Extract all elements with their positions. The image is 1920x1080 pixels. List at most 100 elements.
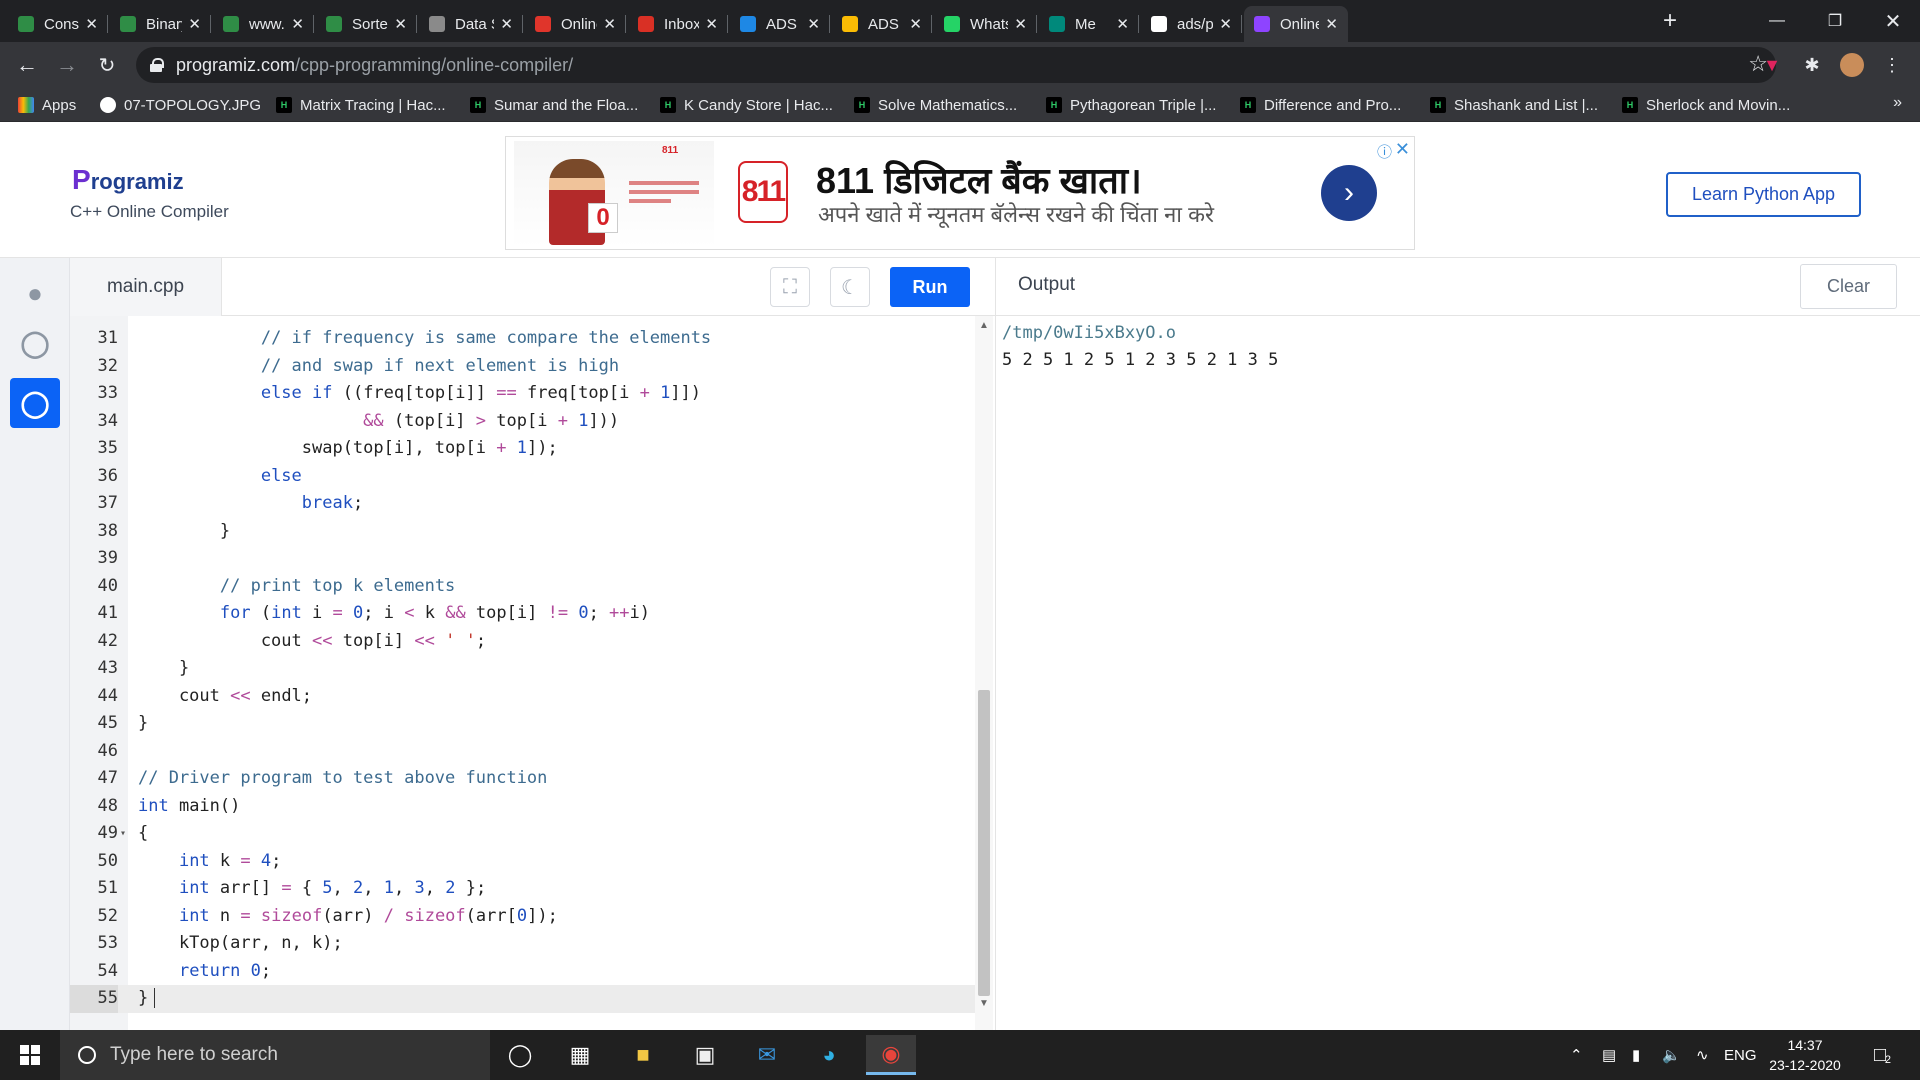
cortana-circle-icon[interactable]: ◯ — [495, 1035, 545, 1075]
code-line[interactable]: 44 cout << endl; — [70, 683, 975, 711]
tab-close-icon[interactable]: ✕ — [291, 15, 304, 33]
wifi-icon[interactable]: ∿ — [1696, 1030, 1709, 1080]
browser-tab[interactable]: Me ✕ — [1039, 6, 1139, 42]
restore-window-button[interactable]: ❐ — [1806, 0, 1864, 42]
task-view-icon[interactable]: ▦ — [555, 1035, 605, 1075]
microsoft-store-icon[interactable]: ▣ — [680, 1035, 730, 1075]
cpp-language-icon[interactable]: ◯ — [10, 378, 60, 428]
code-line[interactable]: 39 — [70, 545, 975, 573]
code-line[interactable]: 33 else if ((freq[top[i]] == freq[top[i … — [70, 380, 975, 408]
taskbar-search-box[interactable]: Type here to search — [60, 1030, 490, 1080]
tab-close-icon[interactable]: ✕ — [603, 15, 616, 33]
browser-tab[interactable]: Whats ✕ — [934, 6, 1037, 42]
tab-close-icon[interactable]: ✕ — [909, 15, 922, 33]
bookmarks-overflow-button[interactable]: » — [1893, 94, 1902, 112]
meet-now-icon[interactable]: ▤ — [1602, 1030, 1616, 1080]
clear-button[interactable]: Clear — [1800, 264, 1897, 309]
code-line[interactable]: 35 swap(top[i], top[i + 1]); — [70, 435, 975, 463]
fold-toggle-icon[interactable]: ▾ — [120, 820, 126, 848]
bookmark-item[interactable]: 07-TOPOLOGY.JPG — [100, 94, 261, 116]
learn-python-app-button[interactable]: Learn Python App — [1666, 172, 1861, 217]
bookmark-item[interactable]: H Solve Mathematics... — [854, 94, 1017, 116]
code-line[interactable]: 47 // Driver program to test above functi… — [70, 765, 975, 793]
code-line[interactable]: 50 int k = 4; — [70, 848, 975, 876]
browser-tab[interactable]: Constr ✕ — [8, 6, 108, 42]
code-line[interactable]: 36 else — [70, 463, 975, 491]
scroll-thumb[interactable] — [978, 690, 990, 996]
run-button[interactable]: Run — [890, 267, 970, 307]
programiz-logo[interactable]: Programiz — [72, 164, 184, 196]
ad-chevron-right-icon[interactable]: › — [1321, 165, 1377, 221]
bookmark-item[interactable]: H Sherlock and Movin... — [1622, 94, 1790, 116]
ad-close-icon[interactable]: ✕ — [1395, 139, 1410, 160]
code-line[interactable]: 38 } — [70, 518, 975, 546]
back-arrow-icon[interactable]: ← — [12, 50, 42, 80]
browser-tab[interactable]: Online ✕ — [1244, 6, 1348, 42]
edge-browser-icon[interactable]: ◕ — [804, 1035, 854, 1075]
reload-icon[interactable]: ↻ — [92, 50, 122, 80]
code-line[interactable]: 45} — [70, 710, 975, 738]
browser-tab[interactable]: Binary ✕ — [110, 6, 211, 42]
bookmark-item[interactable]: H Pythagorean Triple |... — [1046, 94, 1216, 116]
code-line[interactable]: 53 kTop(arr, n, k); — [70, 930, 975, 958]
bookmark-item[interactable]: H Difference and Pro... — [1240, 94, 1401, 116]
file-tab-main-cpp[interactable]: main.cpp — [70, 258, 222, 316]
extensions-puzzle-icon[interactable]: ✱ — [1800, 53, 1824, 77]
close-window-button[interactable]: ✕ — [1864, 0, 1920, 42]
tab-close-icon[interactable]: ✕ — [1014, 15, 1027, 33]
minimize-window-button[interactable]: — — [1748, 0, 1806, 42]
code-line[interactable]: 37 break; — [70, 490, 975, 518]
code-line[interactable]: 51 int arr[] = { 5, 2, 1, 3, 2 }; — [70, 875, 975, 903]
code-line[interactable]: 31 // if frequency is same compare the e… — [70, 325, 975, 353]
pocket-extension-icon[interactable]: ▼ — [1760, 53, 1784, 77]
code-editor[interactable]: 31 // if frequency is same compare the e… — [70, 316, 995, 1030]
tab-close-icon[interactable]: ✕ — [500, 15, 513, 33]
code-line[interactable]: 41 for (int i = 0; i < k && top[i] != 0;… — [70, 600, 975, 628]
tab-close-icon[interactable]: ✕ — [394, 15, 407, 33]
bookmark-item[interactable]: H K Candy Store | Hac... — [660, 94, 833, 116]
browser-tab[interactable]: Online ✕ — [525, 6, 626, 42]
c-language-icon[interactable]: ◯ — [10, 318, 60, 368]
tab-close-icon[interactable]: ✕ — [85, 15, 98, 33]
file-explorer-icon[interactable]: ■ — [618, 1035, 668, 1075]
scroll-up-arrow-icon[interactable]: ▲ — [979, 320, 989, 331]
browser-tab[interactable]: Sorted ✕ — [316, 6, 417, 42]
taskbar-clock[interactable]: 14:37 23-12-2020 — [1760, 1035, 1850, 1075]
browser-tab[interactable]: ADS L/ ✕ — [832, 6, 932, 42]
tab-close-icon[interactable]: ✕ — [807, 15, 820, 33]
profile-avatar[interactable] — [1840, 53, 1864, 77]
advertisement-banner[interactable]: 0 811 811 811 डिजिटल बैंक खाता। अपने खात… — [505, 136, 1415, 250]
code-line[interactable]: 55} — [70, 985, 975, 1013]
mail-icon[interactable]: ✉ — [742, 1035, 792, 1075]
output-console[interactable]: /tmp/0wIi5xBxyO.o 5 2 5 1 2 5 1 2 3 5 2 … — [995, 316, 1920, 1030]
code-line[interactable]: 46 — [70, 738, 975, 766]
new-tab-button[interactable]: + — [1655, 6, 1685, 36]
code-line[interactable]: 42 cout << top[i] << ' '; — [70, 628, 975, 656]
code-line[interactable]: 43 } — [70, 655, 975, 683]
chrome-browser-icon[interactable]: ◉ — [866, 1035, 916, 1075]
tab-close-icon[interactable]: ✕ — [1325, 15, 1338, 33]
battery-icon[interactable]: ▮ — [1632, 1030, 1640, 1080]
browser-tab[interactable]: Data S ✕ — [419, 6, 523, 42]
volume-icon[interactable]: 🔈 — [1662, 1030, 1681, 1080]
code-line[interactable]: 54 return 0; — [70, 958, 975, 986]
bookmark-item[interactable]: H Matrix Tracing | Hac... — [276, 94, 446, 116]
browser-tab[interactable]: www.g ✕ — [213, 6, 314, 42]
bookmark-item[interactable]: H Shashank and List |... — [1430, 94, 1598, 116]
notification-center-icon[interactable]: □ 2 — [1865, 1040, 1895, 1070]
code-line[interactable]: 34 && (top[i] > top[i + 1])) — [70, 408, 975, 436]
tab-close-icon[interactable]: ✕ — [705, 15, 718, 33]
code-line[interactable]: 48 int main() — [70, 793, 975, 821]
address-bar[interactable]: programiz.com/cpp-programming/online-com… — [136, 47, 1776, 83]
editor-scrollbar[interactable]: ▲ ▼ — [975, 316, 993, 1030]
scroll-down-arrow-icon[interactable]: ▼ — [979, 998, 989, 1009]
browser-tab[interactable]: ads/pr ✕ — [1141, 6, 1242, 42]
code-line[interactable]: 52 int n = sizeof(arr) / sizeof(arr[0]); — [70, 903, 975, 931]
fullscreen-icon[interactable]: ⛶ — [770, 267, 810, 307]
code-line[interactable]: 49 ▾ { — [70, 820, 975, 848]
language-indicator[interactable]: ENG — [1724, 1030, 1757, 1080]
browser-tab[interactable]: Inbox (✕ — [628, 6, 728, 42]
tab-close-icon[interactable]: ✕ — [188, 15, 201, 33]
tab-close-icon[interactable]: ✕ — [1219, 15, 1232, 33]
code-line[interactable]: 40 // print top k elements — [70, 573, 975, 601]
